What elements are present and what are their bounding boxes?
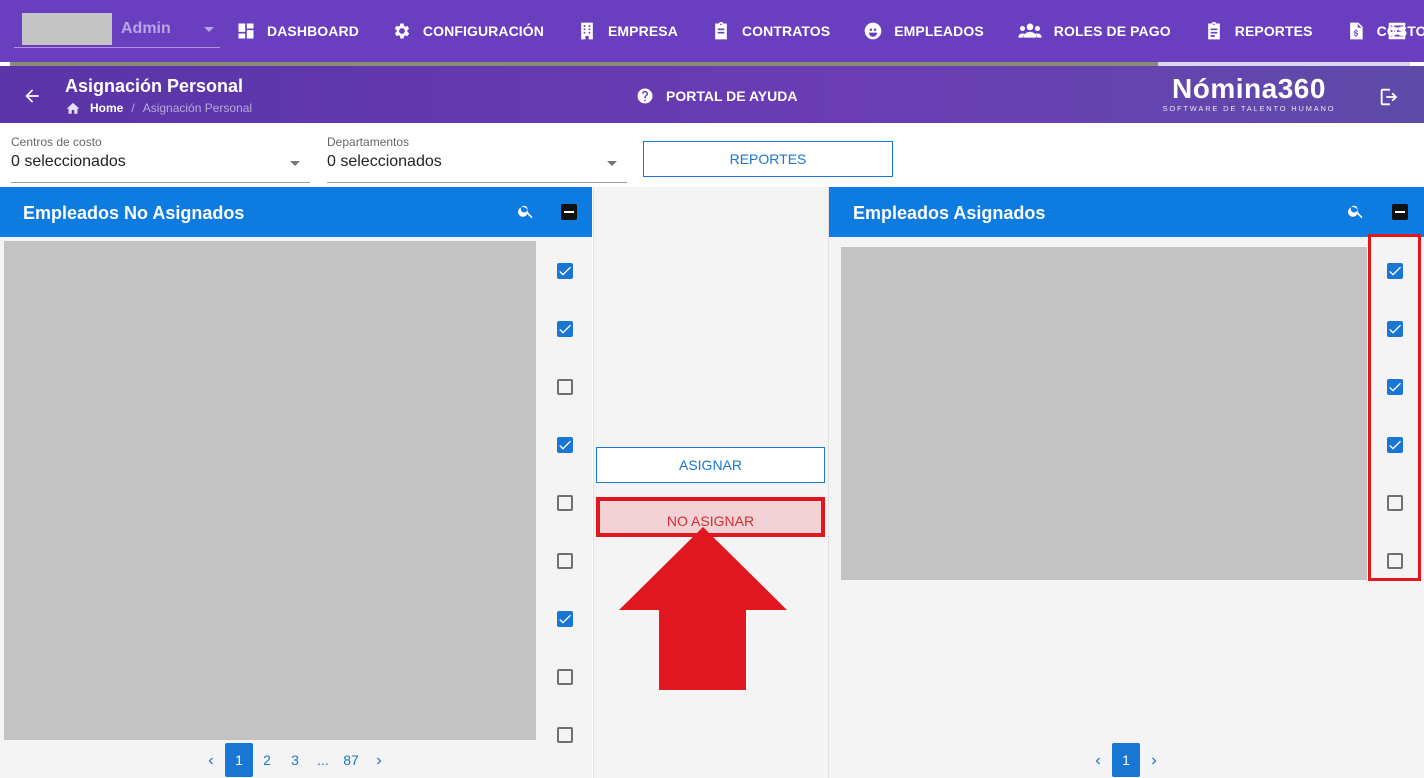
nav-item-empleados[interactable]: EMPLEADOS: [863, 21, 984, 41]
search-icon[interactable]: [517, 202, 535, 220]
building-icon: [581, 22, 593, 40]
document-dollar-icon: [1349, 22, 1363, 40]
chevron-right-icon: [377, 757, 382, 765]
nav-item-label: ROLES DE PAGO: [1053, 23, 1171, 39]
dashboard-icon: [238, 23, 254, 39]
nav-item-costos[interactable]: COSTOS: [1346, 21, 1424, 41]
gear-icon: [394, 23, 410, 39]
nav-more-button[interactable]: [1386, 20, 1408, 42]
select-all-checkbox[interactable]: [1392, 204, 1408, 220]
nav-item-dashboard[interactable]: DASHBOARD: [236, 21, 359, 41]
prev-page-button[interactable]: [197, 752, 225, 768]
chevron-right-icon: [1152, 757, 1157, 765]
arrow-left-icon: [25, 89, 39, 103]
nav-item-label: CONTRATOS: [741, 23, 831, 39]
redacted-user-avatar: [22, 13, 112, 45]
help-icon: [637, 88, 653, 104]
logout-button[interactable]: [1378, 86, 1400, 108]
assign-button[interactable]: ASIGNAR: [596, 447, 825, 483]
chevron-left-icon: [1095, 757, 1100, 765]
brand-name: Nómina360: [1172, 73, 1326, 104]
employee-checkbox-checked[interactable]: [557, 437, 573, 453]
next-page-button[interactable]: [1140, 752, 1168, 768]
redacted-employee-list: [4, 241, 536, 740]
nav-item-roles-de-pago[interactable]: ROLES DE PAGO: [1017, 21, 1171, 41]
nav-item-empresa[interactable]: EMPRESA: [577, 21, 678, 41]
highlight-arrow: [619, 527, 787, 690]
employee-checkbox-unchecked[interactable]: [557, 379, 573, 395]
employee-checkbox-unchecked[interactable]: [557, 553, 573, 569]
prev-page-button[interactable]: [1084, 752, 1112, 768]
cost-center-select[interactable]: Centros de costo 0 seleccionados: [11, 135, 310, 183]
page-title: Asignación Personal: [65, 76, 244, 96]
assigned-panel-header: Empleados Asignados: [829, 187, 1424, 237]
assigned-list: [829, 237, 1424, 778]
list-icon: [1388, 22, 1406, 40]
nav-item-label: REPORTES: [1234, 23, 1313, 39]
redacted-employee-list: [841, 247, 1367, 580]
nav-item-label: EMPLEADOS: [894, 23, 984, 39]
breadcrumb-home[interactable]: Home: [90, 101, 123, 115]
unassigned-panel-title: Empleados No Asignados: [23, 203, 245, 223]
chevron-left-icon: [208, 757, 213, 765]
employee-checkbox-unchecked[interactable]: [557, 727, 573, 743]
chevron-down-icon: [290, 161, 300, 166]
reports-button[interactable]: REPORTES: [643, 141, 893, 177]
top-navigation: Admin DASHBOARD CONFIGURACIÓN EMPRESA CO…: [0, 0, 1424, 62]
nav-items: DASHBOARD CONFIGURACIÓN EMPRESA CONTRATO…: [236, 0, 1424, 62]
next-page-button[interactable]: [365, 752, 393, 768]
logout-icon: [1380, 88, 1398, 106]
employee-checkbox-checked[interactable]: [557, 611, 573, 627]
nav-item-label: DASHBOARD: [267, 23, 359, 39]
nav-item-label: EMPRESA: [607, 23, 678, 39]
help-label: PORTAL DE AYUDA: [666, 88, 798, 104]
employee-checkbox-checked[interactable]: [557, 321, 573, 337]
chevron-down-icon: [204, 27, 214, 32]
clipboard-list-icon: [1207, 21, 1220, 40]
home-icon: [66, 102, 80, 114]
chevron-down-icon: [607, 161, 617, 166]
group-icon: [1018, 23, 1042, 38]
help-portal-link[interactable]: PORTAL DE AYUDA: [636, 87, 797, 105]
select-all-checkbox[interactable]: [561, 204, 577, 220]
nav-item-configuracion[interactable]: CONFIGURACIÓN: [392, 21, 544, 41]
page-button[interactable]: 1: [225, 743, 253, 777]
employee-checkbox-unchecked[interactable]: [557, 495, 573, 511]
nav-item-reportes[interactable]: REPORTES: [1204, 21, 1313, 41]
page-header: Asignación Personal Home / Asignación Pe…: [0, 66, 1424, 123]
user-name: Admin: [121, 20, 171, 37]
department-label: Departamentos: [327, 135, 410, 149]
page-button[interactable]: 2: [253, 752, 281, 768]
employee-checkbox-checked[interactable]: [557, 263, 573, 279]
unassigned-list: [0, 237, 592, 778]
assigned-pagination: 1: [1084, 743, 1168, 777]
brand-logo: Nómina360 SOFTWARE DE TALENTO HUMANO: [1159, 73, 1339, 114]
nav-item-contratos[interactable]: CONTRATOS: [711, 21, 830, 41]
breadcrumb-current: Asignación Personal: [142, 101, 253, 115]
face-icon: [864, 22, 882, 40]
highlight-box: [1368, 234, 1421, 581]
clipboard-icon: [715, 21, 727, 40]
cost-center-value: 0 seleccionados: [11, 153, 126, 170]
breadcrumb-separator: /: [131, 101, 135, 115]
unassigned-panel-header: Empleados No Asignados: [0, 187, 592, 237]
employee-checkbox-unchecked[interactable]: [557, 669, 573, 685]
page-ellipsis: ...: [317, 752, 329, 768]
unassigned-pagination: 1 2 3 ... 87: [197, 743, 393, 777]
page-button[interactable]: 3: [281, 752, 309, 768]
back-button[interactable]: [22, 86, 42, 106]
cost-center-label: Centros de costo: [11, 135, 102, 149]
page-button[interactable]: 1: [1112, 743, 1140, 777]
department-value: 0 seleccionados: [327, 153, 442, 170]
breadcrumb: Home / Asignación Personal: [65, 101, 252, 115]
nav-item-label: CONFIGURACIÓN: [422, 23, 544, 39]
search-icon[interactable]: [1347, 202, 1365, 220]
brand-tagline: SOFTWARE DE TALENTO HUMANO: [1162, 104, 1336, 113]
page-button[interactable]: 87: [337, 752, 365, 768]
assigned-panel-title: Empleados Asignados: [853, 203, 1046, 223]
department-select[interactable]: Departamentos 0 seleccionados: [327, 135, 627, 183]
user-select[interactable]: Admin: [14, 12, 220, 48]
